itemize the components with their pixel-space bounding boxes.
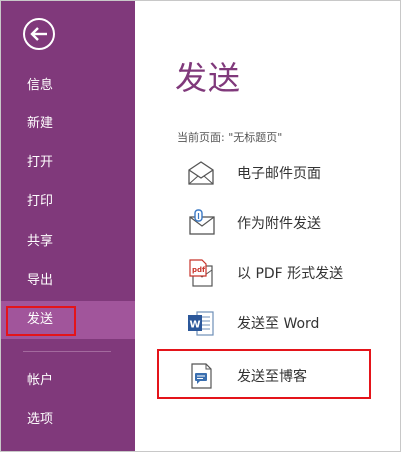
send-to-word-label: 发送至 Word <box>237 316 320 332</box>
nav-export[interactable]: 导出 <box>1 262 135 300</box>
backstage-window: 信息 新建 打开 打印 共享 导出 发送 帐户 选项 发送 当前页面: "无标题… <box>0 0 401 452</box>
envelope-icon <box>185 157 217 189</box>
pdf-icon: pdf <box>185 257 217 289</box>
svg-text:W: W <box>190 320 201 331</box>
backstage-sidebar: 信息 新建 打开 打印 共享 导出 发送 帐户 选项 <box>1 1 135 451</box>
current-page-label: 当前页面: "无标题页" <box>177 131 283 144</box>
nav-info[interactable]: 信息 <box>1 67 135 105</box>
nav-options[interactable]: 选项 <box>1 401 135 439</box>
send-to-blog-label: 发送至博客 <box>237 369 307 385</box>
send-as-attachment-label: 作为附件发送 <box>237 216 321 232</box>
back-arrow-icon <box>23 18 55 50</box>
send-as-pdf-label: 以 PDF 形式发送 <box>237 266 344 282</box>
nav-open[interactable]: 打开 <box>1 144 135 182</box>
svg-text:pdf: pdf <box>192 266 206 274</box>
word-icon: W <box>185 307 217 339</box>
send-to-word-button[interactable]: W 发送至 Word <box>175 303 385 343</box>
attachment-icon <box>185 207 217 239</box>
nav-account[interactable]: 帐户 <box>1 362 135 400</box>
send-to-blog-button[interactable]: 发送至博客 <box>175 356 385 396</box>
nav-new[interactable]: 新建 <box>1 105 135 143</box>
email-page-button[interactable]: 电子邮件页面 <box>175 153 385 193</box>
send-panel: 发送 当前页面: "无标题页" 电子邮件页面 作为附件发送 pdf 以 PDF … <box>135 1 400 451</box>
email-page-label: 电子邮件页面 <box>237 166 321 182</box>
nav-share[interactable]: 共享 <box>1 223 135 261</box>
page-title: 发送 <box>175 59 242 97</box>
blog-icon <box>185 360 217 392</box>
back-button[interactable] <box>22 17 56 51</box>
nav-send[interactable]: 发送 <box>1 301 135 339</box>
nav-divider <box>23 351 111 352</box>
nav-print[interactable]: 打印 <box>1 183 135 221</box>
send-as-attachment-button[interactable]: 作为附件发送 <box>175 203 385 243</box>
send-as-pdf-button[interactable]: pdf 以 PDF 形式发送 <box>175 253 385 293</box>
